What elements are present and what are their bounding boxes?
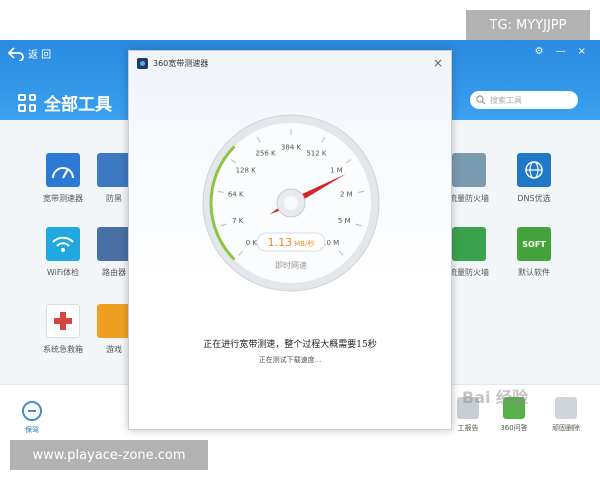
tool-dns[interactable]: DNS优选 [504, 153, 564, 204]
tool-label: 路由器 [102, 268, 126, 277]
grid-icon [18, 93, 36, 112]
dialog-titlebar: 360宽带测速器 [129, 51, 451, 75]
home-label: 保驾 [25, 426, 39, 434]
server-icon [452, 153, 486, 187]
dialog-title: 360宽带测速器 [153, 58, 209, 68]
soft-icon: SOFT [517, 227, 551, 261]
back-button[interactable]: 返 回 [8, 46, 51, 61]
gauge-tick-label: 2 M [340, 191, 353, 199]
speedtest-dialog: 360宽带测速器 × 0 K 7 K 64 K 128 K 256 K 384 K 512 … [128, 50, 452, 430]
wifi-icon [46, 227, 80, 261]
baidu-watermark: Bai 经验 [462, 388, 529, 407]
back-arrow-icon [8, 46, 24, 61]
soft-icon-text: SOFT [522, 239, 546, 249]
gauge-tick-label: 512 K [306, 150, 327, 158]
tool-default-software[interactable]: SOFT 默认软件 [504, 227, 564, 278]
tool-label: 宽带测速器 [43, 194, 83, 203]
gauge-caption: 即时网速 [275, 260, 307, 270]
bottom-tool-label: 工报告 [457, 424, 479, 432]
first-aid-icon [46, 304, 80, 338]
tool-label: 系统急救箱 [43, 345, 83, 354]
gauge-tick-label: 384 K [281, 144, 302, 152]
gauge-tick-label: 1 M [330, 167, 343, 175]
shield-icon [97, 153, 131, 187]
speed-unit: MB/秒 [294, 239, 314, 248]
tool-wifi[interactable]: WiFi体检 [33, 227, 93, 278]
gauge-tick-label: 5 M [338, 217, 351, 225]
tool-rescue[interactable]: 系统急救箱 [33, 304, 93, 355]
search-icon [476, 95, 486, 105]
tool-anti-hack[interactable]: 防黑 [96, 153, 132, 204]
minus-circle-icon [22, 401, 42, 421]
tool-game[interactable]: 游戏 [96, 304, 132, 355]
tool-label: 流量防火墙 [449, 194, 489, 203]
delete-icon [555, 397, 577, 419]
firewall-icon [452, 227, 486, 261]
tg-watermark: TG: MYYJJPP [466, 10, 590, 40]
speedtest-icon [46, 153, 80, 187]
home-button[interactable]: 保驾 [20, 401, 44, 435]
page-title: 全部工具 [18, 90, 112, 115]
site-watermark: www.playace-zone.com [10, 440, 208, 470]
tool-label: WiFi体检 [46, 268, 80, 277]
gauge-tick-label: 64 K [228, 191, 244, 199]
gauge-tick-label: 128 K [236, 167, 257, 175]
tool-label: 游戏 [106, 345, 122, 354]
bottom-tool-delete[interactable]: 顽固删除 [546, 397, 586, 433]
minimize-icon[interactable]: — [556, 46, 566, 57]
back-label: 返 回 [28, 50, 52, 61]
speed-gauge: 0 K 7 K 64 K 128 K 256 K 384 K 512 K 1 M 2 M 5 M 1… [202, 114, 380, 292]
bottom-tool-label: 360问答 [500, 424, 528, 432]
gauge-tick-label: 256 K [255, 150, 276, 158]
bottom-tool-label: 顽固删除 [552, 424, 580, 432]
search-input[interactable]: 搜索工具 [470, 91, 578, 109]
share-icon[interactable]: ⚙ [535, 46, 544, 57]
tool-label: 默认软件 [518, 268, 550, 277]
game-icon [97, 304, 131, 338]
gauge-tick-label: 7 K [232, 217, 244, 225]
gauge-tick-label: 0 K [246, 239, 258, 247]
tool-firewall[interactable]: 流量防火墙 [446, 227, 492, 278]
tool-label: 防黑 [106, 194, 122, 203]
app-logo-icon [137, 57, 148, 69]
gauge-hub-inner [284, 196, 298, 210]
tool-label: 流量防火墙 [449, 268, 489, 277]
status-sub-text: 正在测试下载速度... [258, 356, 322, 364]
status-main-text: 正在进行宽带测速，整个过程大概需要15秒 [203, 340, 377, 350]
tool-router[interactable]: 路由器 [96, 227, 132, 278]
tool-label: DNS优选 [517, 194, 551, 203]
close-window-icon[interactable]: × [578, 46, 586, 57]
tool-speedtest[interactable]: 宽带测速器 [33, 153, 93, 204]
speed-value: 1.13 [268, 236, 293, 249]
globe-icon [517, 153, 551, 187]
tool-firewall-top[interactable]: 流量防火墙 [446, 153, 492, 204]
page-title-text: 全部工具 [44, 95, 112, 115]
close-icon[interactable]: × [433, 56, 443, 70]
window-controls: ⚙ — × [535, 46, 586, 57]
router-icon [97, 227, 131, 261]
search-placeholder: 搜索工具 [490, 95, 522, 105]
